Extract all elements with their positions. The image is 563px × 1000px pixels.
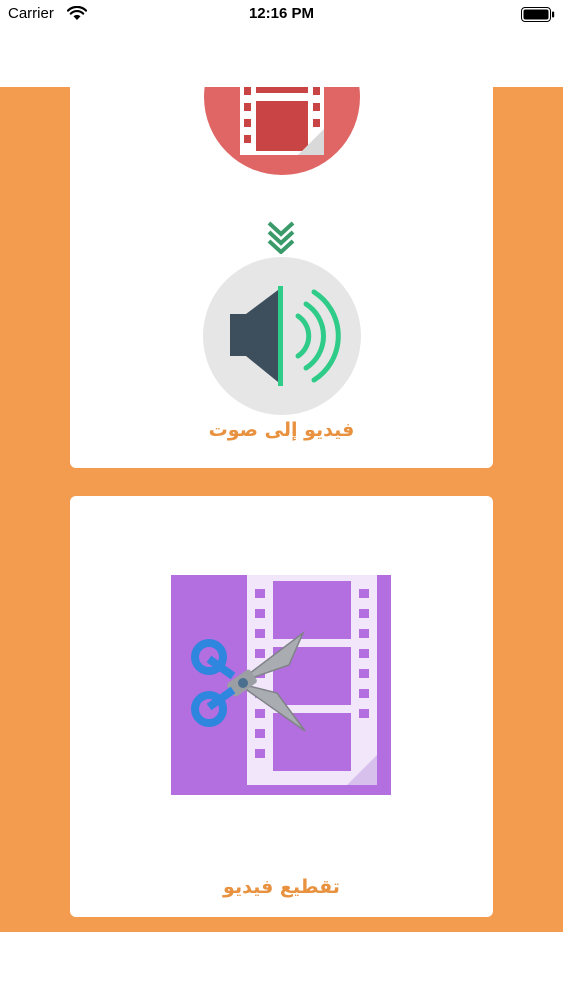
status-bar: Carrier 12:16 PM — [0, 0, 563, 30]
tools-list[interactable]: فيديو إلى صوت تقطيع فيديو — [0, 87, 563, 932]
battery-icon — [521, 7, 555, 22]
film-circle-icon — [204, 87, 360, 175]
clock: 12:16 PM — [248, 5, 315, 22]
video-cut-label: تقطيع فيديو — [223, 876, 340, 898]
video-cut-card[interactable]: تقطيع فيديو — [70, 496, 493, 917]
navigation-bar — [0, 30, 563, 87]
speaker-circle-icon — [203, 257, 361, 415]
double-chevron-down-icon — [267, 221, 295, 254]
video-cut-icon — [171, 575, 391, 795]
video-to-audio-card[interactable]: فيديو إلى صوت — [70, 87, 493, 468]
video-to-audio-label: فيديو إلى صوت — [208, 419, 355, 441]
bottom-bar — [0, 932, 563, 1000]
